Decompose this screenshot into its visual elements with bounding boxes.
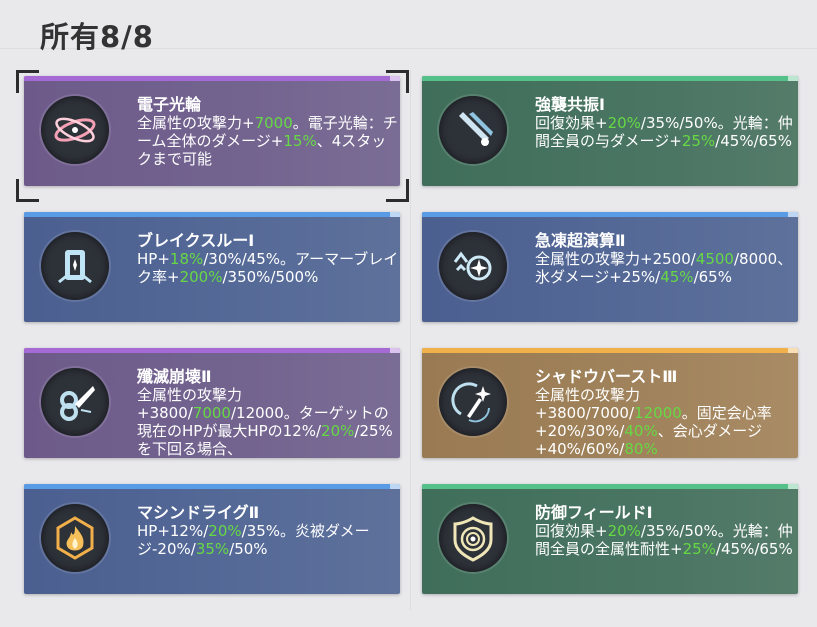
card-rarity-bar (24, 484, 400, 489)
annihilation-icon (41, 368, 109, 436)
skill-card-annihilation-collapse[interactable]: 殲滅崩壊Ⅱ 全属性の攻撃力+3800/7000/12000。ターゲットの現在のH… (24, 348, 400, 458)
shadow-burst-icon (439, 368, 507, 436)
card-rarity-bar (422, 76, 798, 81)
skill-card-machine-dryg[interactable]: マシンドライグⅡ HP+12%/20%/35%。炎被ダメージ-20%/35%/5… (24, 484, 400, 594)
skill-card-electron-ring[interactable]: 電子光輪 全属性の攻撃力+7000。電子光輪：チーム全体のダメージ+15%、4ス… (24, 76, 400, 186)
card-rarity-bar (24, 348, 400, 353)
machine-flame-icon (41, 504, 109, 572)
skill-description: HP+18%/30%/45%。アーマーブレイク率+200%/350%/500% (137, 250, 399, 286)
skill-description: 全属性の攻撃力+3800/7000/12000。固定会心率+20%/30%/40… (535, 386, 772, 458)
selection-bracket (386, 179, 409, 202)
card-rarity-bar (422, 348, 798, 353)
skill-description: 全属性の攻撃力+3800/7000/12000。ターゲットの現在のHPが最大HP… (137, 386, 393, 458)
skill-title: 強襲共振Ⅰ (535, 95, 605, 114)
skill-card-breakthrough[interactable]: ブレイクスルーⅠ HP+18%/30%/45%。アーマーブレイク率+200%/3… (24, 212, 400, 322)
skill-description: 全属性の攻撃力+2500/4500/8000、氷ダメージ+25%/45%/65% (535, 250, 793, 286)
skill-title: シャドウバーストⅢ (535, 367, 678, 386)
skill-title: 防御フィールドⅠ (535, 503, 653, 522)
skill-description: HP+12%/20%/35%。炎被ダメージ-20%/35%/50% (137, 522, 370, 558)
skill-title: 殲滅崩壊Ⅱ (137, 367, 212, 386)
selection-bracket (16, 179, 39, 202)
assault-blade-icon (439, 96, 507, 164)
breakthrough-icon (41, 232, 109, 300)
skill-description: 回復効果+20%/35%/50%。光輪：仲間全員の全属性耐性+25%/45%/6… (535, 522, 793, 558)
skill-title: 電子光輪 (137, 95, 202, 114)
skill-title: ブレイクスルーⅠ (137, 231, 255, 250)
skill-description: 回復効果+20%/35%/50%。光輪：仲間全員の与ダメージ+25%/45%/6… (535, 114, 793, 150)
skill-card-assault-resonance[interactable]: 強襲共振Ⅰ 回復効果+20%/35%/50%。光輪：仲間全員の与ダメージ+25%… (422, 76, 798, 186)
card-rarity-bar (422, 212, 798, 217)
page-title: 所有8/8 (40, 20, 154, 54)
skill-card-frost-compute[interactable]: 急凍超演算Ⅱ 全属性の攻撃力+2500/4500/8000、氷ダメージ+25%/… (422, 212, 798, 322)
electron-ring-icon (41, 96, 109, 164)
selection-bracket (16, 70, 39, 93)
skill-card-defense-field[interactable]: 防御フィールドⅠ 回復効果+20%/35%/50%。光輪：仲間全員の全属性耐性+… (422, 484, 798, 594)
skill-card-shadow-burst[interactable]: シャドウバーストⅢ 全属性の攻撃力+3800/7000/12000。固定会心率+… (422, 348, 798, 458)
defense-field-icon (439, 504, 507, 572)
card-rarity-bar (422, 484, 798, 489)
skill-title: 急凍超演算Ⅱ (535, 231, 626, 250)
frost-compute-icon (439, 232, 507, 300)
skill-description: 全属性の攻撃力+7000。電子光輪：チーム全体のダメージ+15%、4スタックまで… (137, 114, 398, 168)
bg-line (410, 70, 411, 610)
selection-bracket (386, 70, 409, 93)
skill-title: マシンドライグⅡ (137, 503, 260, 522)
card-rarity-bar (24, 76, 400, 81)
card-rarity-bar (24, 212, 400, 217)
